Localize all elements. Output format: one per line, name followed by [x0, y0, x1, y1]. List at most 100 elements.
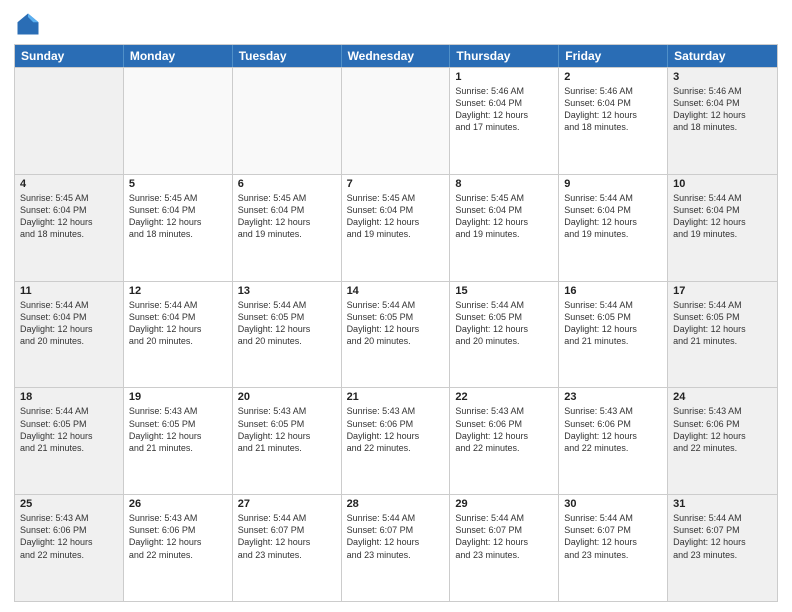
day-info: Sunrise: 5:44 AM Sunset: 6:04 PM Dayligh…	[129, 299, 227, 348]
day-number: 13	[238, 285, 336, 297]
day-info: Sunrise: 5:44 AM Sunset: 6:07 PM Dayligh…	[564, 512, 662, 561]
day-cell-2: 2 Sunrise: 5:46 AM Sunset: 6:04 PM Daylig…	[559, 68, 668, 174]
day-info: Sunrise: 5:44 AM Sunset: 6:05 PM Dayligh…	[673, 299, 772, 348]
day-number: 10	[673, 178, 772, 190]
day-info: Sunrise: 5:45 AM Sunset: 6:04 PM Dayligh…	[20, 192, 118, 241]
day-cell-19: 19 Sunrise: 5:43 AM Sunset: 6:05 PM Dayli…	[124, 388, 233, 494]
day-info: Sunrise: 5:44 AM Sunset: 6:07 PM Dayligh…	[673, 512, 772, 561]
day-cell-15: 15 Sunrise: 5:44 AM Sunset: 6:05 PM Dayli…	[450, 282, 559, 388]
day-cell-18: 18 Sunrise: 5:44 AM Sunset: 6:05 PM Dayli…	[15, 388, 124, 494]
day-cell-30: 30Sunrise: 5:44 AM Sunset: 6:07 PM Dayli…	[559, 495, 668, 601]
day-info: Sunrise: 5:44 AM Sunset: 6:07 PM Dayligh…	[455, 512, 553, 561]
day-cell-29: 29 Sunrise: 5:44 AM Sunset: 6:07 PM Dayli…	[450, 495, 559, 601]
header-day-monday: Monday	[124, 45, 233, 67]
logo	[14, 10, 46, 38]
day-number: 4	[20, 178, 118, 190]
day-info: Sunrise: 5:43 AM Sunset: 6:06 PM Dayligh…	[129, 512, 227, 561]
day-info: Sunrise: 5:44 AM Sunset: 6:05 PM Dayligh…	[20, 405, 118, 454]
day-number: 22	[455, 391, 553, 403]
day-number: 18	[20, 391, 118, 403]
day-info: Sunrise: 5:43 AM Sunset: 6:05 PM Dayligh…	[238, 405, 336, 454]
calendar: SundayMondayTuesdayWednesdayThursdayFrid…	[14, 44, 778, 602]
day-cell-25: 25 Sunrise: 5:43 AM Sunset: 6:06 PM Dayli…	[15, 495, 124, 601]
empty-cell	[342, 68, 451, 174]
day-number: 24	[673, 391, 772, 403]
day-number: 26	[129, 498, 227, 510]
day-cell-1: 1Sunrise: 5:46 AM Sunset: 6:04 PM Daylig…	[450, 68, 559, 174]
day-info: Sunrise: 5:43 AM Sunset: 6:06 PM Dayligh…	[455, 405, 553, 454]
day-cell-22: 22 Sunrise: 5:43 AM Sunset: 6:06 PM Dayli…	[450, 388, 559, 494]
empty-cell	[124, 68, 233, 174]
calendar-header-row: SundayMondayTuesdayWednesdayThursdayFrid…	[15, 45, 777, 67]
day-info: Sunrise: 5:44 AM Sunset: 6:07 PM Dayligh…	[238, 512, 336, 561]
day-cell-3: 3 Sunrise: 5:46 AM Sunset: 6:04 PM Daylig…	[668, 68, 777, 174]
week-row-1: 4 Sunrise: 5:45 AM Sunset: 6:04 PM Daylig…	[15, 174, 777, 281]
day-number: 17	[673, 285, 772, 297]
day-cell-16: 16Sunrise: 5:44 AM Sunset: 6:05 PM Dayli…	[559, 282, 668, 388]
day-number: 20	[238, 391, 336, 403]
day-info: Sunrise: 5:43 AM Sunset: 6:06 PM Dayligh…	[347, 405, 445, 454]
day-cell-6: 6 Sunrise: 5:45 AM Sunset: 6:04 PM Daylig…	[233, 175, 342, 281]
day-cell-10: 10 Sunrise: 5:44 AM Sunset: 6:04 PM Dayli…	[668, 175, 777, 281]
day-cell-21: 21 Sunrise: 5:43 AM Sunset: 6:06 PM Dayli…	[342, 388, 451, 494]
day-info: Sunrise: 5:44 AM Sunset: 6:05 PM Dayligh…	[455, 299, 553, 348]
header	[14, 10, 778, 38]
day-number: 12	[129, 285, 227, 297]
day-number: 9	[564, 178, 662, 190]
header-day-tuesday: Tuesday	[233, 45, 342, 67]
empty-cell	[15, 68, 124, 174]
day-info: Sunrise: 5:45 AM Sunset: 6:04 PM Dayligh…	[129, 192, 227, 241]
day-cell-14: 14Sunrise: 5:44 AM Sunset: 6:05 PM Dayli…	[342, 282, 451, 388]
day-info: Sunrise: 5:44 AM Sunset: 6:07 PM Dayligh…	[347, 512, 445, 561]
day-number: 7	[347, 178, 445, 190]
header-day-wednesday: Wednesday	[342, 45, 451, 67]
day-info: Sunrise: 5:44 AM Sunset: 6:05 PM Dayligh…	[564, 299, 662, 348]
day-cell-24: 24Sunrise: 5:43 AM Sunset: 6:06 PM Dayli…	[668, 388, 777, 494]
day-cell-13: 13 Sunrise: 5:44 AM Sunset: 6:05 PM Dayli…	[233, 282, 342, 388]
day-number: 19	[129, 391, 227, 403]
day-info: Sunrise: 5:46 AM Sunset: 6:04 PM Dayligh…	[673, 85, 772, 134]
day-info: Sunrise: 5:43 AM Sunset: 6:05 PM Dayligh…	[129, 405, 227, 454]
day-cell-8: 8Sunrise: 5:45 AM Sunset: 6:04 PM Daylig…	[450, 175, 559, 281]
day-number: 2	[564, 71, 662, 83]
day-cell-28: 28 Sunrise: 5:44 AM Sunset: 6:07 PM Dayli…	[342, 495, 451, 601]
day-info: Sunrise: 5:44 AM Sunset: 6:04 PM Dayligh…	[673, 192, 772, 241]
day-info: Sunrise: 5:43 AM Sunset: 6:06 PM Dayligh…	[564, 405, 662, 454]
day-number: 3	[673, 71, 772, 83]
day-cell-9: 9 Sunrise: 5:44 AM Sunset: 6:04 PM Daylig…	[559, 175, 668, 281]
header-day-sunday: Sunday	[15, 45, 124, 67]
logo-icon	[14, 10, 42, 38]
day-cell-26: 26 Sunrise: 5:43 AM Sunset: 6:06 PM Dayli…	[124, 495, 233, 601]
day-info: Sunrise: 5:45 AM Sunset: 6:04 PM Dayligh…	[238, 192, 336, 241]
day-info: Sunrise: 5:44 AM Sunset: 6:04 PM Dayligh…	[564, 192, 662, 241]
week-row-3: 18 Sunrise: 5:44 AM Sunset: 6:05 PM Dayli…	[15, 387, 777, 494]
day-number: 23	[564, 391, 662, 403]
week-row-0: 1Sunrise: 5:46 AM Sunset: 6:04 PM Daylig…	[15, 67, 777, 174]
header-day-saturday: Saturday	[668, 45, 777, 67]
day-number: 28	[347, 498, 445, 510]
day-number: 25	[20, 498, 118, 510]
day-cell-27: 27Sunrise: 5:44 AM Sunset: 6:07 PM Dayli…	[233, 495, 342, 601]
day-number: 21	[347, 391, 445, 403]
day-number: 6	[238, 178, 336, 190]
day-info: Sunrise: 5:46 AM Sunset: 6:04 PM Dayligh…	[564, 85, 662, 134]
week-row-4: 25 Sunrise: 5:43 AM Sunset: 6:06 PM Dayli…	[15, 494, 777, 601]
day-info: Sunrise: 5:44 AM Sunset: 6:04 PM Dayligh…	[20, 299, 118, 348]
calendar-body: 1Sunrise: 5:46 AM Sunset: 6:04 PM Daylig…	[15, 67, 777, 601]
day-info: Sunrise: 5:43 AM Sunset: 6:06 PM Dayligh…	[20, 512, 118, 561]
day-number: 14	[347, 285, 445, 297]
day-number: 8	[455, 178, 553, 190]
page: SundayMondayTuesdayWednesdayThursdayFrid…	[0, 0, 792, 612]
day-cell-31: 31Sunrise: 5:44 AM Sunset: 6:07 PM Dayli…	[668, 495, 777, 601]
day-number: 29	[455, 498, 553, 510]
day-info: Sunrise: 5:46 AM Sunset: 6:04 PM Dayligh…	[455, 85, 553, 134]
week-row-2: 11 Sunrise: 5:44 AM Sunset: 6:04 PM Dayli…	[15, 281, 777, 388]
day-cell-11: 11 Sunrise: 5:44 AM Sunset: 6:04 PM Dayli…	[15, 282, 124, 388]
day-number: 15	[455, 285, 553, 297]
day-cell-17: 17 Sunrise: 5:44 AM Sunset: 6:05 PM Dayli…	[668, 282, 777, 388]
day-number: 11	[20, 285, 118, 297]
header-day-thursday: Thursday	[450, 45, 559, 67]
day-cell-20: 20 Sunrise: 5:43 AM Sunset: 6:05 PM Dayli…	[233, 388, 342, 494]
day-info: Sunrise: 5:44 AM Sunset: 6:05 PM Dayligh…	[238, 299, 336, 348]
day-number: 5	[129, 178, 227, 190]
